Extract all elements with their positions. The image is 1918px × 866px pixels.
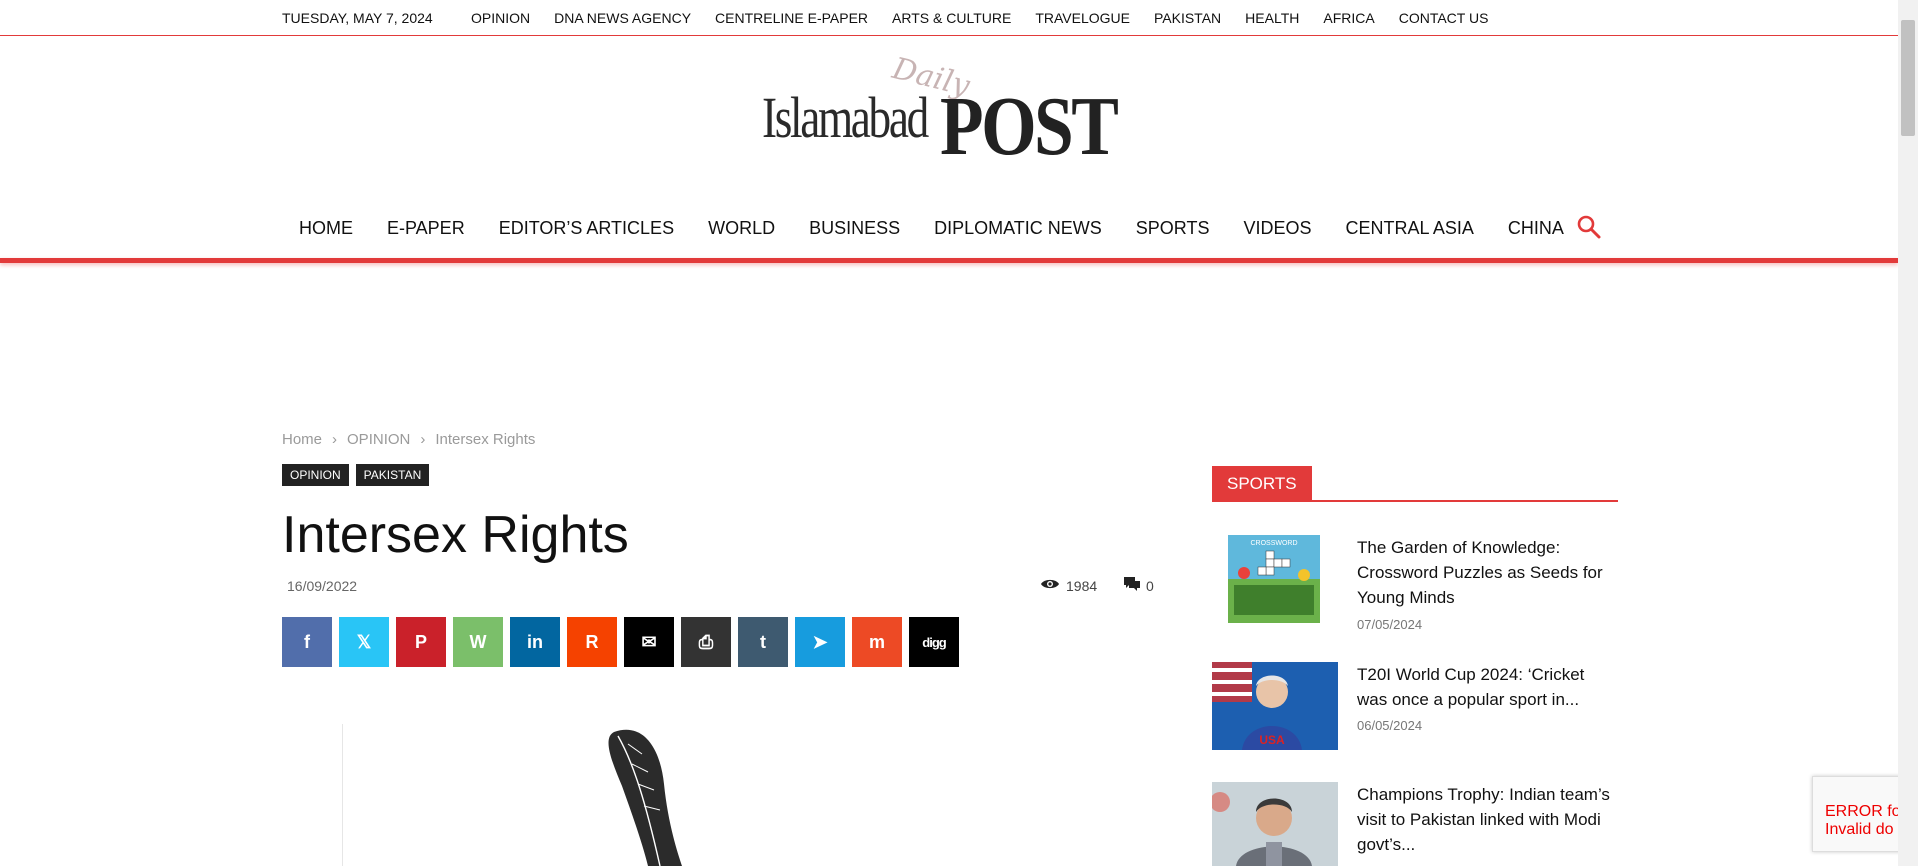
top-link-contact-us[interactable]: CONTACT US — [1399, 10, 1489, 26]
share-print-button[interactable]: ⎙ — [681, 617, 731, 667]
article-date: 16/09/2022 — [287, 578, 358, 594]
top-link-dna-news-agency[interactable]: DNA NEWS AGENCY — [554, 10, 691, 26]
nav-divider — [0, 258, 1898, 263]
nav-item-business[interactable]: BUSINESS — [792, 218, 917, 239]
logo-word-post: POST — [940, 80, 1119, 173]
scrollbar-thumb[interactable] — [1901, 20, 1915, 136]
facebook-icon: f — [304, 631, 310, 652]
recaptcha-error-line1: ERROR fo — [1825, 803, 1901, 820]
sidebar-post[interactable]: Champions Trophy: Indian team’s visit to… — [1210, 782, 1618, 866]
page-scrollbar[interactable] — [1898, 0, 1918, 866]
nav-item-epaper[interactable]: E-PAPER — [370, 218, 482, 239]
main-nav: HOME E-PAPER EDITOR’S ARTICLES WORLD BUS… — [0, 210, 1898, 262]
feather-icon — [608, 729, 682, 866]
pinterest-icon: P — [414, 631, 427, 652]
comment-icon — [1124, 577, 1140, 594]
share-reddit-button[interactable]: R — [567, 617, 617, 667]
nav-item-world[interactable]: WORLD — [691, 218, 792, 239]
post-title[interactable]: The Garden of Knowledge: Crossword Puzzl… — [1357, 535, 1618, 610]
breadcrumb-separator: › — [420, 431, 426, 448]
article-tags: OPINION PAKISTAN — [282, 464, 430, 486]
current-date: TUESDAY, MAY 7, 2024 — [282, 10, 433, 26]
email-icon: ✉ — [641, 631, 657, 652]
nav-item-videos[interactable]: VIDEOS — [1226, 218, 1328, 239]
eye-icon — [1040, 577, 1060, 594]
whatsapp-icon: W — [469, 631, 487, 652]
top-link-pakistan[interactable]: PAKISTAN — [1154, 10, 1221, 26]
top-link-opinion[interactable]: OPINION — [471, 10, 530, 26]
article-title: Intersex Rights — [282, 506, 629, 564]
nav-item-editors-articles[interactable]: EDITOR’S ARTICLES — [482, 218, 691, 239]
breadcrumb-current: Intersex Rights — [435, 431, 536, 448]
nav-item-central-asia[interactable]: CENTRAL ASIA — [1329, 218, 1491, 239]
share-buttons: f 𝕏 P Win R ✉ ⎙ t ➤ m digg — [282, 617, 959, 667]
comment-count-value: 0 — [1146, 577, 1154, 594]
nav-item-home[interactable]: HOME — [282, 218, 370, 239]
share-pinterest-button[interactable]: P — [396, 617, 446, 667]
share-linkedin-button[interactable]: in — [510, 617, 560, 667]
top-link-africa[interactable]: AFRICA — [1323, 10, 1374, 26]
recaptcha-badge[interactable]: ERROR fo Invalid do — [1812, 776, 1902, 852]
comment-count[interactable]: 0 — [1124, 577, 1154, 594]
share-facebook-button[interactable]: f — [282, 617, 332, 667]
search-icon[interactable] — [1576, 214, 1602, 240]
top-link-arts-culture[interactable]: ARTS & CULTURE — [892, 10, 1011, 26]
nav-item-diplomatic-news[interactable]: DIPLOMATIC NEWS — [917, 218, 1119, 239]
digg-icon: digg — [922, 634, 946, 650]
post-title[interactable]: Champions Trophy: Indian team’s visit to… — [1357, 782, 1618, 857]
sidebar-post[interactable]: USA T20I World Cup 2024: ‘Cricket was on… — [1212, 662, 1618, 750]
reddit-icon: R — [585, 631, 599, 652]
print-icon: ⎙ — [698, 631, 714, 652]
top-link-travelogue[interactable]: TRAVELOGUE — [1035, 10, 1130, 26]
breadcrumb-separator: › — [332, 431, 338, 448]
top-link-centreline-epaper[interactable]: CENTRELINE E-PAPER — [715, 10, 868, 26]
linkedin-icon: in — [527, 631, 543, 652]
telegram-icon: ➤ — [812, 631, 828, 652]
post-thumbnail-crossword[interactable]: CROSSWORD — [1228, 535, 1320, 623]
mix-icon: m — [868, 631, 885, 652]
top-link-health[interactable]: HEALTH — [1245, 10, 1299, 26]
nav-item-china[interactable]: CHINA — [1491, 218, 1581, 239]
x-icon: 𝕏 — [356, 631, 372, 652]
thumb-label: CROSSWORD — [1250, 540, 1297, 547]
sidebar-heading: SPORTS — [1212, 466, 1618, 502]
post-title[interactable]: T20I World Cup 2024: ‘Cricket was once a… — [1357, 662, 1618, 712]
tag-opinion[interactable]: OPINION — [282, 464, 349, 486]
top-bar: TUESDAY, MAY 7, 2024 OPINION DNA NEWS AG… — [0, 0, 1898, 36]
post-thumbnail-cricket[interactable]: USA — [1212, 662, 1338, 750]
tumblr-icon: t — [760, 631, 766, 652]
share-whatsapp-button[interactable]: W — [453, 617, 503, 667]
share-telegram-button[interactable]: ➤ — [795, 617, 845, 667]
breadcrumb-home[interactable]: Home — [282, 431, 322, 448]
site-logo[interactable]: Islamabad Daily POST — [762, 51, 1138, 174]
sidebar-post[interactable]: CROSSWORD The Garden of Knowledge: Cross… — [1212, 535, 1618, 632]
post-date: 06/05/2024 — [1357, 718, 1423, 733]
recaptcha-error-line2: Invalid do — [1825, 821, 1894, 838]
nav-item-sports[interactable]: SPORTS — [1119, 218, 1227, 239]
view-count-value: 1984 — [1066, 577, 1098, 594]
share-x-button[interactable]: 𝕏 — [339, 617, 389, 667]
thumb-label: USA — [1259, 733, 1285, 747]
tag-pakistan[interactable]: PAKISTAN — [355, 464, 430, 486]
post-date: 07/05/2024 — [1357, 617, 1423, 632]
breadcrumb: Home › OPINION › Intersex Rights — [282, 431, 535, 448]
view-count: 1984 — [1040, 577, 1097, 594]
share-mix-button[interactable]: m — [852, 617, 902, 667]
share-tumblr-button[interactable]: t — [738, 617, 788, 667]
logo-word-islamabad: Islamabad — [762, 85, 929, 150]
top-links: OPINION DNA NEWS AGENCY CENTRELINE E-PAP… — [471, 10, 1488, 26]
post-thumbnail-champions-trophy[interactable] — [1210, 782, 1338, 866]
share-digg-button[interactable]: digg — [909, 617, 959, 667]
breadcrumb-section[interactable]: OPINION — [347, 431, 410, 448]
article-image — [342, 724, 1162, 866]
share-email-button[interactable]: ✉ — [624, 617, 674, 667]
sidebar-heading-label[interactable]: SPORTS — [1212, 466, 1312, 500]
